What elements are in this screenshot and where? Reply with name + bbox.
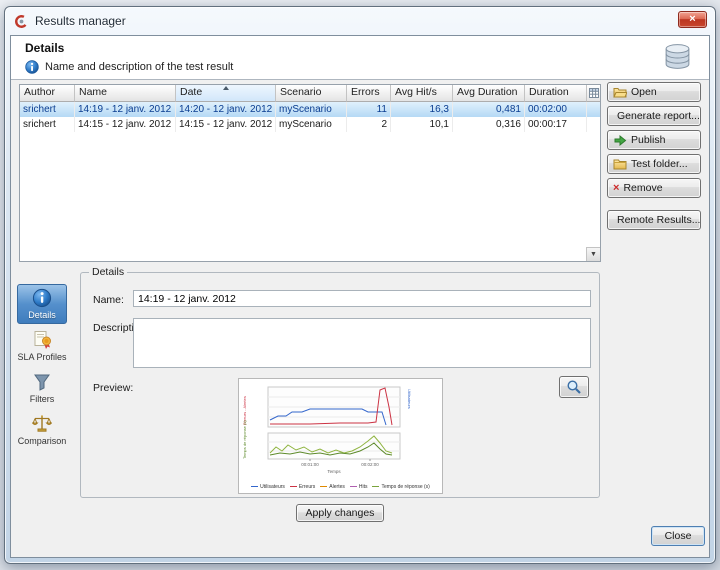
generate-report-button[interactable]: Generate report...: [607, 106, 701, 126]
cell-scenario: myScenario: [276, 117, 347, 132]
titlebar[interactable]: Results manager ×: [5, 7, 715, 35]
svg-text:Utilisateurs: Utilisateurs: [407, 389, 412, 409]
info-icon: [25, 60, 39, 74]
tab-details[interactable]: Details: [17, 284, 67, 324]
test-folder-button[interactable]: Test folder...: [607, 154, 701, 174]
column-header-author[interactable]: Author: [20, 85, 75, 102]
header-banner: Details Name and description of the test…: [11, 36, 709, 80]
svg-text:Temps de réponse (s): Temps de réponse (s): [242, 420, 247, 459]
remove-button[interactable]: × Remove: [607, 178, 701, 198]
name-input[interactable]: [133, 290, 591, 307]
svg-text:00:02:00: 00:02:00: [361, 462, 379, 467]
publish-arrow-icon: [613, 134, 627, 147]
cell-avg-hits: 16,3: [391, 102, 453, 117]
column-chooser-button[interactable]: [587, 85, 600, 102]
database-icon: [662, 42, 693, 72]
scrollbar-down-button[interactable]: ▼: [586, 247, 600, 261]
apply-changes-button[interactable]: Apply changes: [296, 504, 384, 522]
cell-duration: 00:02:00: [525, 102, 587, 117]
cell-errors: 2: [347, 117, 391, 132]
magnifier-icon: [566, 379, 582, 395]
column-header-date[interactable]: Date: [176, 85, 276, 102]
window-title: Results manager: [35, 14, 126, 28]
column-header-avg-hits[interactable]: Avg Hit/s: [391, 85, 453, 102]
cell-errors: 11: [347, 102, 391, 117]
cell-date: 14:20 - 12 janv. 2012: [176, 102, 276, 117]
column-header-avg-duration[interactable]: Avg Duration: [453, 85, 525, 102]
cell-avg-duration: 0,316: [453, 117, 525, 132]
column-header-errors[interactable]: Errors: [347, 85, 391, 102]
preview-chart: 00:01:00 00:02:00 Temps Erreurs - Alerte…: [238, 378, 443, 494]
column-header-duration[interactable]: Duration: [525, 85, 587, 102]
svg-text:Temps: Temps: [327, 469, 341, 474]
details-group: Details Name: Description: Preview:: [80, 266, 600, 498]
results-manager-window: Results manager × Details Name and descr…: [4, 6, 716, 564]
cell-avg-hits: 10,1: [391, 117, 453, 132]
column-header-name[interactable]: Name: [75, 85, 176, 102]
header-subtitle: Name and description of the test result: [45, 61, 233, 73]
dialog-client-area: Details Name and description of the test…: [10, 35, 710, 558]
cell-duration: 00:00:17: [525, 117, 587, 132]
page-title: Details: [25, 41, 64, 55]
window-close-button[interactable]: ×: [678, 11, 707, 28]
remove-x-icon: ×: [613, 183, 619, 194]
cell-date: 14:15 - 12 janv. 2012: [176, 117, 276, 132]
scales-icon: [32, 414, 52, 434]
table-header-row: Author Name Date Scenario Errors Avg Hit…: [20, 85, 600, 102]
preview-legend: Utilisateurs Erreurs Alertes Hits Temps …: [239, 484, 442, 490]
open-button[interactable]: Open: [607, 82, 701, 102]
description-textarea[interactable]: [133, 318, 591, 368]
table-row[interactable]: srichert 14:15 - 12 janv. 2012 14:15 - 1…: [20, 117, 600, 132]
cell-avg-duration: 0,481: [453, 102, 525, 117]
certificate-icon: [32, 330, 52, 350]
cell-name: 14:19 - 12 janv. 2012: [75, 102, 176, 117]
column-header-scenario[interactable]: Scenario: [276, 85, 347, 102]
table-grid-icon: [589, 88, 599, 98]
cell-author: srichert: [20, 102, 75, 117]
preview-label: Preview:: [93, 382, 133, 394]
close-button[interactable]: Close: [651, 526, 705, 546]
publish-button[interactable]: Publish: [607, 130, 701, 150]
filter-funnel-icon: [32, 372, 52, 392]
preview-zoom-button[interactable]: [559, 376, 589, 398]
folder-icon: [613, 158, 627, 170]
app-icon: [14, 14, 29, 29]
detail-tabs: Details SLA Profiles Filters: [17, 284, 69, 450]
cell-scenario: myScenario: [276, 102, 347, 117]
name-label: Name:: [93, 294, 124, 306]
tab-comparison[interactable]: Comparison: [17, 410, 67, 450]
info-icon: [32, 288, 52, 308]
remote-results-button[interactable]: Remote Results...: [607, 210, 701, 230]
close-icon: ×: [689, 13, 695, 25]
tab-filters[interactable]: Filters: [17, 368, 67, 408]
tab-sla-profiles[interactable]: SLA Profiles: [17, 326, 67, 366]
table-row[interactable]: srichert 14:19 - 12 janv. 2012 14:20 - 1…: [20, 102, 600, 117]
chevron-down-icon: ▼: [590, 251, 597, 258]
cell-author: srichert: [20, 117, 75, 132]
results-table: Author Name Date Scenario Errors Avg Hit…: [19, 84, 601, 262]
details-group-title: Details: [89, 266, 127, 278]
cell-name: 14:15 - 12 janv. 2012: [75, 117, 176, 132]
svg-text:00:01:00: 00:01:00: [301, 462, 319, 467]
open-folder-icon: [613, 86, 627, 98]
sort-ascending-icon: [223, 86, 229, 90]
